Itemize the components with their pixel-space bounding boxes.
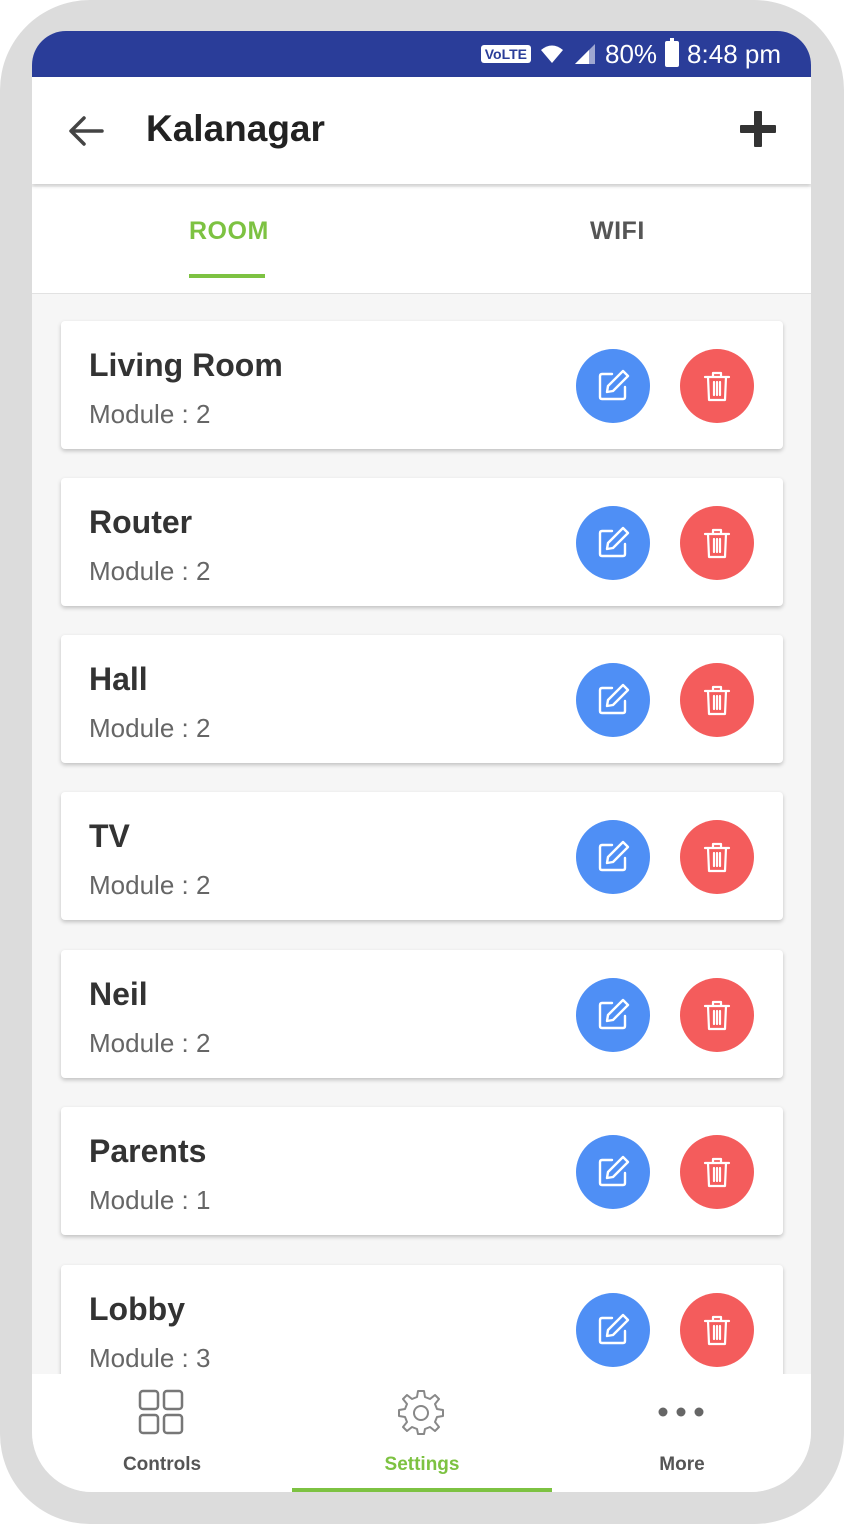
room-module-count: Module : 2 (89, 713, 211, 743)
room-card-lobby[interactable]: Lobby Module : 3 (61, 1265, 783, 1374)
delete-room-button[interactable] (680, 1293, 754, 1367)
room-card-living-room[interactable]: Living Room Module : 2 (61, 321, 783, 449)
edit-icon (598, 998, 630, 1030)
room-name: TV (89, 818, 130, 854)
edit-room-button[interactable] (576, 349, 650, 423)
room-module-count: Module : 1 (89, 1185, 211, 1215)
delete-room-button[interactable] (680, 1135, 754, 1209)
status-time: 8:48 pm (687, 38, 781, 69)
edit-room-button[interactable] (576, 978, 650, 1052)
nav-label: Controls (122, 1454, 202, 1475)
gear-icon (398, 1390, 444, 1435)
trash-icon (703, 371, 731, 402)
edit-room-button[interactable] (576, 820, 650, 894)
room-module-count: Module : 3 (89, 1343, 211, 1373)
delete-room-button[interactable] (680, 820, 754, 894)
nav-controls[interactable]: Controls (32, 1374, 292, 1492)
phone-frame: VoLTE 80% 8:48 pm Kalanagar ROOM WIFI Li… (0, 0, 844, 1524)
trash-icon (703, 842, 731, 873)
room-name: Parents (89, 1133, 207, 1169)
room-name: Living Room (89, 347, 283, 383)
nav-label: Settings (384, 1454, 460, 1475)
add-plus-icon[interactable] (736, 107, 780, 151)
tab-room[interactable]: ROOM (189, 217, 269, 246)
trash-icon (703, 1315, 731, 1346)
battery-percent: 80% (605, 38, 658, 69)
screen: VoLTE 80% 8:48 pm Kalanagar ROOM WIFI Li… (32, 31, 811, 1492)
edit-icon (598, 369, 630, 401)
room-card-parents[interactable]: Parents Module : 1 (61, 1107, 783, 1235)
room-module-count: Module : 2 (89, 556, 211, 586)
room-card-tv[interactable]: TV Module : 2 (61, 792, 783, 920)
room-name: Lobby (89, 1291, 185, 1327)
signal-icon (575, 44, 595, 64)
room-name: Router (89, 504, 193, 540)
delete-room-button[interactable] (680, 663, 754, 737)
edit-room-button[interactable] (576, 1135, 650, 1209)
grid-icon (138, 1389, 184, 1435)
tab-wifi[interactable]: WIFI (590, 217, 645, 246)
trash-icon (703, 528, 731, 559)
trash-icon (703, 685, 731, 716)
battery-icon (665, 38, 680, 67)
room-module-count: Module : 2 (89, 1028, 211, 1058)
status-bar: VoLTE 80% 8:48 pm (32, 31, 811, 77)
bottom-nav: Controls Settings More (32, 1374, 811, 1492)
nav-label: More (659, 1454, 705, 1475)
volte-badge: VoLTE (480, 45, 531, 63)
tab-bar: ROOM WIFI (32, 187, 811, 294)
back-arrow-icon[interactable] (66, 111, 106, 151)
nav-more[interactable]: More (552, 1374, 811, 1492)
edit-icon (598, 1313, 630, 1345)
trash-icon (703, 1157, 731, 1188)
wifi-icon (541, 45, 563, 63)
trash-icon (703, 1000, 731, 1031)
edit-icon (598, 683, 630, 715)
edit-icon (598, 1155, 630, 1187)
page-title: Kalanagar (146, 108, 325, 149)
room-card-hall[interactable]: Hall Module : 2 (61, 635, 783, 763)
room-card-router[interactable]: Router Module : 2 (61, 478, 783, 606)
delete-room-button[interactable] (680, 349, 754, 423)
room-module-count: Module : 2 (89, 399, 211, 429)
more-dots-icon (658, 1407, 704, 1417)
room-list: Living Room Module : 2 Router Module : 2 (32, 294, 811, 1374)
tab-active-indicator (189, 274, 265, 278)
edit-room-button[interactable] (576, 1293, 650, 1367)
room-card-neil[interactable]: Neil Module : 2 (61, 950, 783, 1078)
room-module-count: Module : 2 (89, 870, 211, 900)
room-name: Hall (89, 661, 148, 697)
edit-room-button[interactable] (576, 663, 650, 737)
room-name: Neil (89, 976, 148, 1012)
edit-icon (598, 840, 630, 872)
edit-room-button[interactable] (576, 506, 650, 580)
nav-active-indicator (292, 1488, 552, 1492)
nav-settings[interactable]: Settings (292, 1374, 552, 1492)
edit-icon (598, 526, 630, 558)
app-bar: Kalanagar (32, 77, 811, 184)
delete-room-button[interactable] (680, 506, 754, 580)
delete-room-button[interactable] (680, 978, 754, 1052)
